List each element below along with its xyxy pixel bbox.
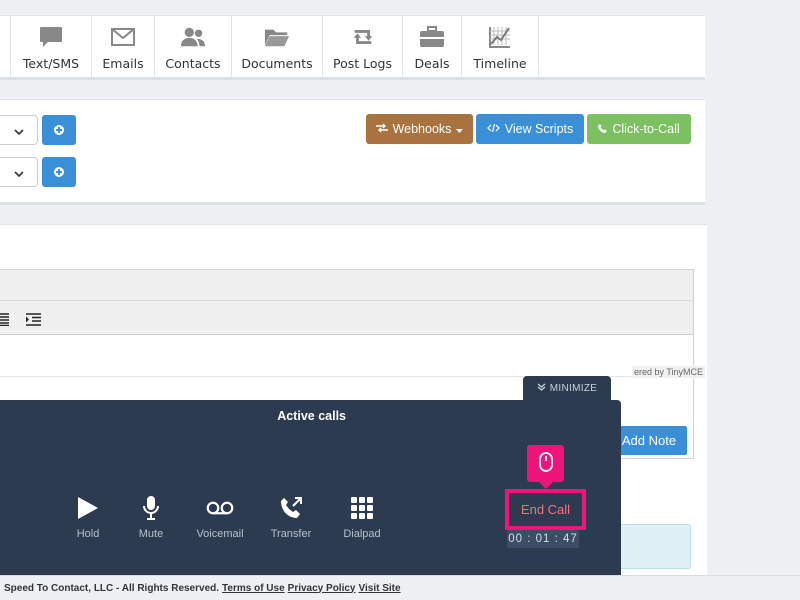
envelope-icon [110, 24, 136, 50]
users-icon [180, 24, 206, 50]
powered-by-text: ered by TinyMCE [631, 366, 705, 378]
tab-text-sms[interactable]: Text/SMS [10, 16, 92, 78]
add-button-2[interactable] [42, 157, 76, 187]
dialpad-button[interactable]: Dialpad [332, 494, 392, 540]
chart-icon [487, 24, 513, 50]
add-button-1[interactable] [42, 115, 76, 145]
active-call-panel: Active calls Hold Mute Voicemail Transfe… [0, 400, 621, 576]
end-call-label: End Call [520, 502, 571, 517]
minimize-button[interactable]: MINIMIZE [523, 376, 611, 400]
add-note-button[interactable]: Add Note [611, 426, 687, 455]
tab-documents[interactable]: Documents [232, 16, 323, 78]
copyright-text: Speed To Contact, LLC - All Rights Reser… [4, 582, 220, 594]
click-to-call-button[interactable]: Click-to-Call [587, 114, 691, 144]
code-icon [486, 122, 500, 136]
visit-site-link[interactable]: Visit Site [358, 583, 400, 594]
tab-label: Documents [241, 56, 313, 71]
mouse-pointer-badge [527, 445, 564, 489]
editor-toolbar [0, 301, 693, 335]
click-to-call-label: Click-to-Call [612, 122, 680, 136]
mute-button[interactable]: Mute [121, 494, 181, 540]
end-call-button[interactable]: End Call [505, 489, 586, 530]
tab-label: Deals [414, 56, 450, 71]
briefcase-icon [419, 24, 445, 50]
mouse-icon [538, 451, 553, 476]
folder-icon [264, 24, 290, 50]
hold-label: Hold [76, 528, 100, 540]
view-scripts-label: View Scripts [504, 122, 574, 136]
tab-label: Timeline [473, 56, 527, 71]
chevron-down-icon [13, 121, 24, 140]
voicemail-icon [206, 494, 234, 522]
dialpad-icon [348, 494, 376, 522]
action-panel: Webhooks View Scripts Click-to-Call [0, 99, 705, 205]
select-dropdown-1[interactable] [0, 115, 38, 145]
indent-icon[interactable] [26, 311, 41, 330]
footer: Speed To Contact, LLC - All Rights Reser… [0, 575, 800, 600]
dialpad-label: Dialpad [343, 528, 381, 540]
play-icon [74, 494, 102, 522]
tabs-bar: Text/SMS Emails Contacts Documents Post … [0, 15, 705, 80]
tab-label: Post Logs [333, 56, 392, 71]
caret-down-icon [456, 122, 464, 136]
retweet-icon [350, 24, 376, 50]
tab-contacts[interactable]: Contacts [155, 16, 232, 78]
align-justify-icon[interactable] [0, 311, 9, 330]
tab-timeline[interactable]: Timeline [462, 16, 539, 78]
privacy-link[interactable]: Privacy Policy [288, 583, 356, 594]
phone-transfer-icon [277, 494, 305, 522]
tab-label: Emails [102, 56, 144, 71]
tab-deals[interactable]: Deals [403, 16, 462, 78]
voicemail-button[interactable]: Voicemail [190, 494, 250, 540]
chat-bubble-icon [38, 24, 64, 50]
call-timer: 00 : 01 : 47 [507, 530, 579, 548]
tab-label: Text/SMS [22, 56, 80, 71]
minimize-label: MINIMIZE [549, 382, 598, 394]
double-chevron-down-icon [537, 383, 546, 394]
select-dropdown-2[interactable] [0, 157, 38, 187]
voicemail-label: Voicemail [196, 528, 244, 540]
phone-icon [598, 122, 608, 136]
tab-label: Contacts [165, 56, 221, 71]
tab-post-logs[interactable]: Post Logs [323, 16, 403, 78]
plus-circle-icon [54, 167, 64, 177]
chevron-down-icon [13, 163, 24, 182]
active-calls-title: Active calls [277, 409, 346, 423]
view-scripts-button[interactable]: View Scripts [476, 114, 584, 144]
hold-button[interactable]: Hold [58, 494, 118, 540]
transfer-button[interactable]: Transfer [261, 494, 321, 540]
webhooks-button[interactable]: Webhooks [366, 114, 473, 144]
mute-label: Mute [138, 528, 164, 540]
webhooks-label: Webhooks [392, 122, 452, 136]
tab-emails[interactable]: Emails [92, 16, 155, 78]
transfer-label: Transfer [270, 528, 312, 540]
terms-link[interactable]: Terms of Use [222, 583, 285, 594]
plus-circle-icon [54, 125, 64, 135]
exchange-icon [375, 122, 388, 136]
editor-menubar [0, 270, 693, 301]
microphone-icon [137, 494, 165, 522]
editor-content-area[interactable] [0, 335, 693, 377]
